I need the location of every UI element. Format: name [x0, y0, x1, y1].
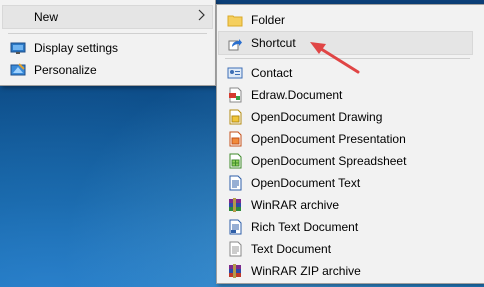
- submenu-item-folder[interactable]: Folder: [217, 9, 484, 31]
- rich-text-document-icon: [227, 219, 243, 235]
- submenu-item-shortcut-label: Shortcut: [251, 36, 296, 50]
- submenu-item-winrar-archive[interactable]: WinRAR archive: [217, 194, 484, 216]
- odf-presentation-icon: [227, 131, 243, 147]
- submenu-item-odf-drawing-label: OpenDocument Drawing: [251, 110, 383, 124]
- submenu-item-rich-text-document[interactable]: Rich Text Document: [217, 216, 484, 238]
- menu-item-personalize[interactable]: Personalize: [0, 59, 215, 81]
- menu-item-display-settings[interactable]: Display settings: [0, 37, 215, 59]
- chevron-right-icon: [198, 8, 206, 25]
- odf-drawing-icon: [227, 109, 243, 125]
- submenu-item-odf-spreadsheet-label: OpenDocument Spreadsheet: [251, 154, 407, 168]
- shortcut-icon: [227, 35, 243, 51]
- submenu-item-odf-text-label: OpenDocument Text: [251, 176, 361, 190]
- odf-text-icon: [227, 175, 243, 191]
- submenu-item-winrar-zip-archive[interactable]: WinRAR ZIP archive: [217, 260, 484, 282]
- submenu-item-odf-text[interactable]: OpenDocument Text: [217, 172, 484, 194]
- submenu-item-contact-label: Contact: [251, 66, 293, 80]
- submenu-item-odf-drawing[interactable]: OpenDocument Drawing: [217, 106, 484, 128]
- submenu-item-text-document-label: Text Document: [251, 242, 332, 256]
- submenu-item-contact[interactable]: Contact: [217, 62, 484, 84]
- menu-item-new[interactable]: New: [2, 5, 213, 29]
- submenu-separator: [225, 58, 470, 59]
- edraw-document-icon: [227, 87, 243, 103]
- submenu-item-winrar-zip-archive-label: WinRAR ZIP archive: [251, 264, 361, 278]
- text-document-icon: [227, 241, 243, 257]
- submenu-item-text-document[interactable]: Text Document: [217, 238, 484, 260]
- menu-item-new-label: New: [34, 10, 59, 24]
- submenu-item-odf-presentation[interactable]: OpenDocument Presentation: [217, 128, 484, 150]
- submenu-item-folder-label: Folder: [251, 13, 286, 27]
- submenu-item-edraw-document-label: Edraw.Document: [251, 88, 343, 102]
- submenu-item-odf-presentation-label: OpenDocument Presentation: [251, 132, 406, 146]
- menu-item-display-settings-label: Display settings: [34, 41, 119, 55]
- menu-separator: [8, 33, 207, 34]
- personalize-icon: [10, 62, 26, 78]
- contact-icon: [227, 65, 243, 81]
- new-submenu: Folder Shortcut Contact Edraw.Document O…: [216, 4, 484, 284]
- folder-icon: [227, 12, 243, 28]
- submenu-item-shortcut[interactable]: Shortcut: [218, 31, 473, 55]
- desktop-context-menu: New Display settings Personalize: [0, 0, 216, 86]
- winrar-archive-icon: [227, 197, 243, 213]
- menu-item-personalize-label: Personalize: [34, 63, 97, 77]
- submenu-item-winrar-archive-label: WinRAR archive: [251, 198, 340, 212]
- odf-spreadsheet-icon: [227, 153, 243, 169]
- display-settings-icon: [10, 40, 26, 56]
- submenu-item-edraw-document[interactable]: Edraw.Document: [217, 84, 484, 106]
- winrar-zip-archive-icon: [227, 263, 243, 279]
- submenu-item-odf-spreadsheet[interactable]: OpenDocument Spreadsheet: [217, 150, 484, 172]
- submenu-item-rich-text-document-label: Rich Text Document: [251, 220, 359, 234]
